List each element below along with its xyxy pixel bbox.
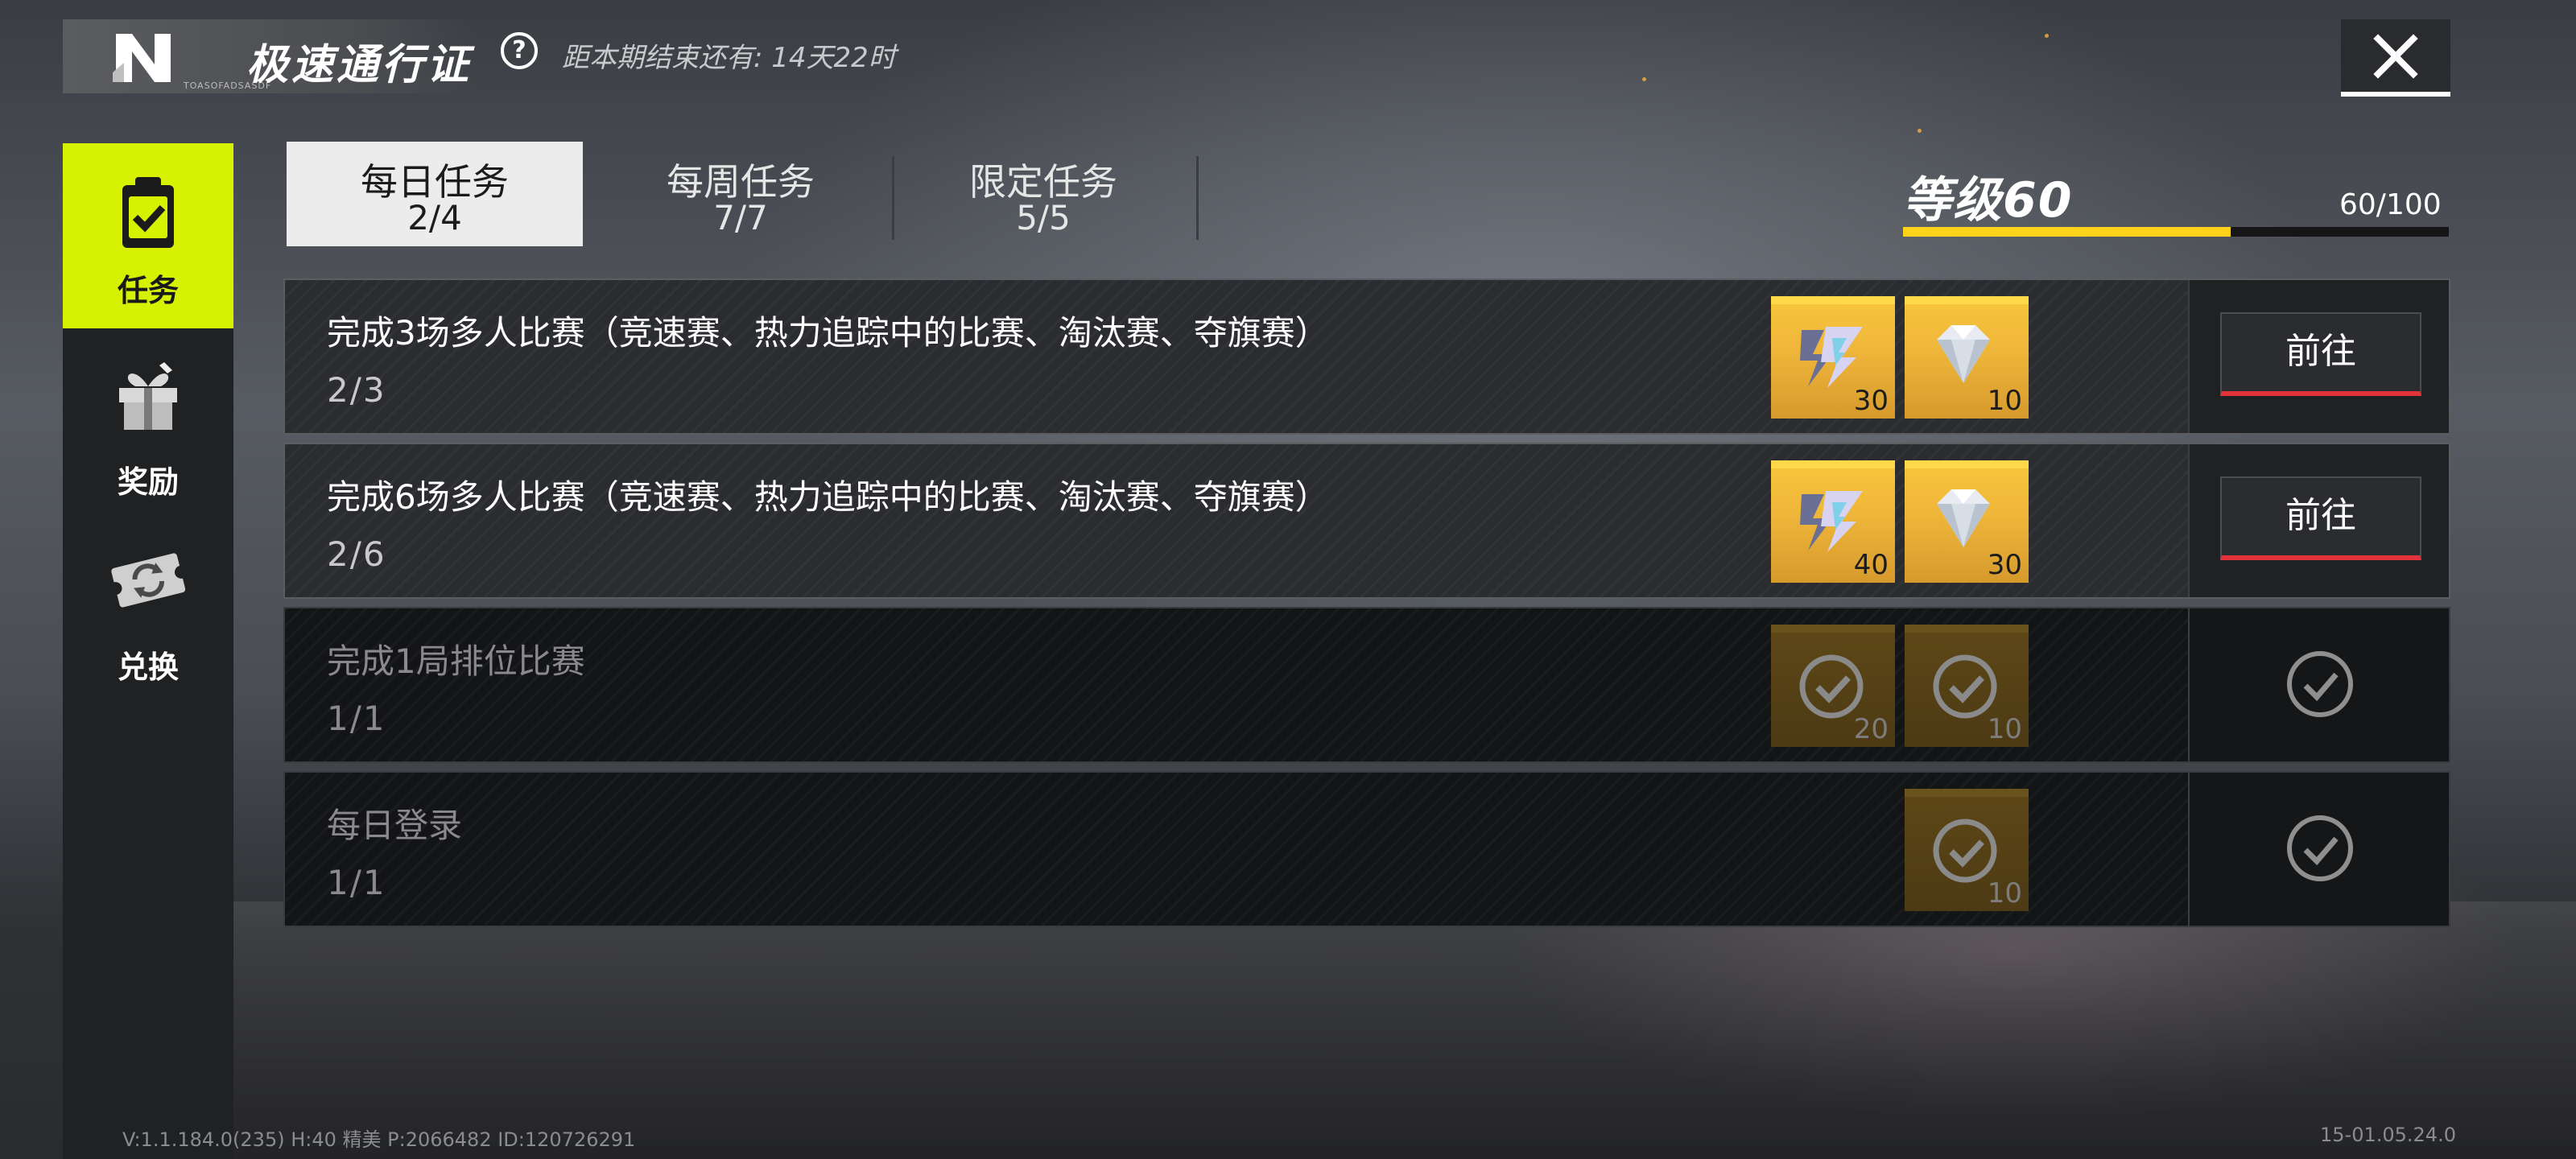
task-progress: 1/1 [327, 863, 386, 902]
tab-daily-tasks[interactable]: 每日任务 2/4 [287, 142, 583, 246]
task-title: 完成3场多人比赛（竞速赛、热力追踪中的比赛、淘汰赛、夺旗赛） [327, 313, 1329, 353]
level-progress-fill [1903, 227, 2231, 237]
reward-quantity: 30 [1987, 549, 2022, 581]
reward-slot[interactable]: 10 [1905, 296, 2029, 419]
sidebar-item-tasks[interactable]: 任务 [63, 143, 233, 328]
task-row: 完成3场多人比赛（竞速赛、热力追踪中的比赛、淘汰赛、夺旗赛） 2/3 30 10… [283, 278, 2450, 435]
background-spark [1918, 129, 1922, 133]
go-button[interactable]: 前往 [2220, 476, 2421, 560]
level-progress-bar [1903, 227, 2449, 237]
reward-slot[interactable]: 30 [1905, 460, 2029, 583]
claimed-check-icon [1799, 654, 1864, 719]
completed-check-icon [2287, 651, 2353, 717]
page-title: 极速通行证 [246, 41, 473, 89]
task-title: 完成1局排位比赛 [327, 641, 585, 681]
clipboard-check-icon [122, 177, 174, 248]
pass-xp-icon [1800, 491, 1863, 552]
reward-slot[interactable]: 30 [1771, 296, 1895, 419]
tab-count: 5/5 [1016, 198, 1071, 237]
reward-quantity: 40 [1853, 549, 1889, 581]
sidebar-item-rewards[interactable]: 奖励 [63, 336, 233, 522]
reward-quantity: 10 [1987, 385, 2022, 417]
season-countdown: 距本期结束还有: 14天22时 [562, 42, 896, 74]
pass-logo-banner: TOASOFADSASDF 极速通行证 [63, 19, 477, 93]
task-title: 每日登录 [327, 806, 463, 845]
task-action-cell: 前往 [2188, 280, 2449, 433]
reward-slot-claimed: 10 [1905, 625, 2029, 747]
diamond-icon [1937, 325, 1990, 383]
reward-quantity: 10 [1987, 713, 2022, 745]
build-version: 15-01.05.24.0 [2320, 1124, 2456, 1146]
background-spark [1642, 77, 1646, 81]
claimed-check-icon [1933, 819, 1997, 883]
reward-slot-claimed: 20 [1771, 625, 1895, 747]
n-logo-icon [113, 34, 171, 82]
task-action-cell [2188, 608, 2449, 761]
reward-quantity: 10 [1987, 877, 2022, 909]
sidebar-item-label: 奖励 [117, 464, 179, 500]
diamond-icon [1937, 489, 1990, 547]
claimed-check-icon [1933, 654, 1997, 719]
reward-slot[interactable]: 40 [1771, 460, 1895, 583]
completed-check-icon [2287, 815, 2353, 881]
level-label: 等级60 [1903, 172, 2074, 229]
background-spark [2045, 34, 2049, 38]
reward-quantity: 20 [1853, 713, 1889, 745]
tab-count: 7/7 [713, 198, 768, 237]
task-progress: 2/6 [327, 534, 386, 574]
go-button[interactable]: 前往 [2220, 312, 2421, 396]
close-icon [2373, 34, 2418, 79]
task-row-completed: 每日登录 1/1 10 [283, 771, 2450, 927]
sidebar-item-exchange[interactable]: 兑换 [63, 522, 233, 707]
reward-quantity: 30 [1853, 385, 1889, 417]
build-info: V:1.1.184.0(235) H:40 精美 P:2066482 ID:12… [122, 1128, 636, 1151]
tab-weekly-tasks[interactable]: 每周任务 7/7 [592, 142, 889, 246]
background-track [233, 901, 2576, 1159]
task-action-cell: 前往 [2188, 444, 2449, 597]
exchange-ticket-icon [109, 553, 188, 608]
task-progress: 1/1 [327, 699, 386, 738]
task-action-cell [2188, 773, 2449, 926]
level-progress-text: 60/100 [2339, 188, 2442, 221]
reward-slot-claimed: 10 [1905, 789, 2029, 911]
sidebar-item-label: 兑换 [117, 650, 179, 685]
task-progress: 2/3 [327, 370, 386, 410]
pass-xp-icon [1800, 327, 1863, 388]
sidebar-item-label: 任务 [117, 273, 179, 308]
task-row-completed: 完成1局排位比赛 1/1 20 10 [283, 607, 2450, 763]
tab-count: 2/4 [407, 198, 462, 237]
task-row: 完成6场多人比赛（竞速赛、热力追踪中的比赛、淘汰赛、夺旗赛） 2/6 40 30… [283, 443, 2450, 599]
gift-icon [119, 362, 177, 430]
tab-divider [1196, 156, 1199, 240]
tab-limited-tasks[interactable]: 限定任务 5/5 [895, 142, 1191, 246]
sidebar: 任务 奖励 兑换 [63, 143, 233, 1159]
close-button[interactable] [2341, 19, 2450, 97]
help-icon[interactable]: ? [501, 32, 538, 69]
tab-divider [892, 156, 894, 240]
task-title: 完成6场多人比赛（竞速赛、热力追踪中的比赛、淘汰赛、夺旗赛） [327, 477, 1329, 517]
